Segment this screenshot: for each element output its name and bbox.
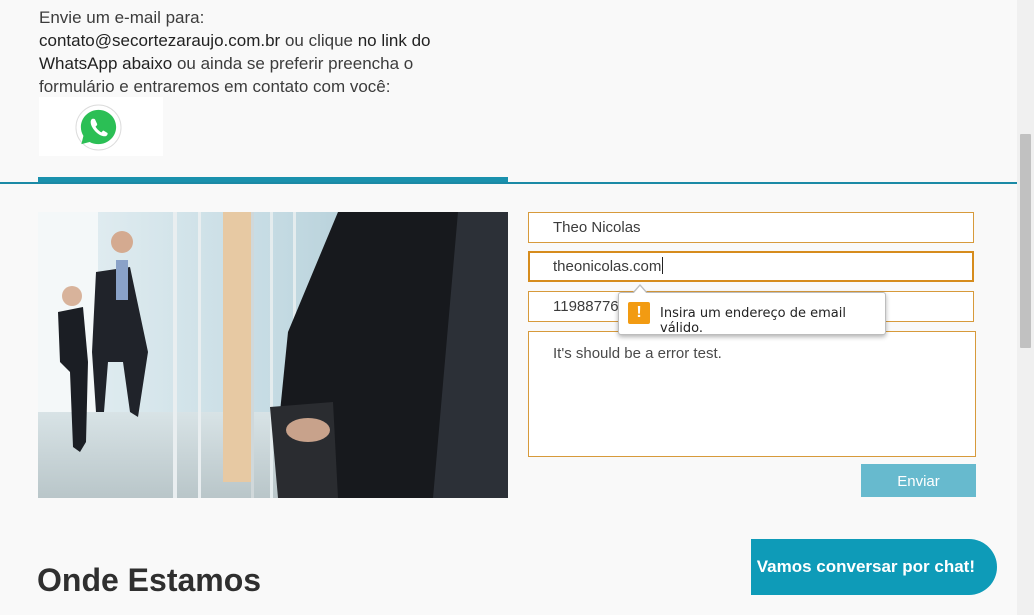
contact-intro: Envie um e-mail para: contato@secortezar… [39,6,479,98]
scrollbar-thumb[interactable] [1020,134,1031,348]
email-field-value: theonicolas.com [553,258,662,275]
tooltip-arrow-inner [633,286,647,294]
intro-line1: Envie um e-mail para: [39,8,205,27]
name-field[interactable]: Theo Nicolas [528,212,974,243]
whatsapp-button[interactable] [39,97,163,156]
validation-message: Insira um endereço de email válido. [660,306,846,336]
page-scrollbar[interactable] [1017,0,1034,615]
contact-email-link[interactable]: contato@secortezaraujo.com.br [39,31,280,50]
send-button[interactable]: Enviar [861,464,976,497]
phone-field-value: 11988776 [553,298,619,315]
message-field-value: It's should be a error test. [553,345,722,362]
section-divider [0,182,1017,184]
text-caret [662,257,664,274]
office-photo [38,212,508,498]
email-field[interactable]: theonicolas.com [528,251,974,282]
section-title: Onde Estamos [37,562,262,598]
whatsapp-icon [75,104,122,151]
warning-icon: ! [628,302,650,324]
name-field-value: Theo Nicolas [553,219,641,236]
chat-button[interactable]: Vamos conversar por chat! [751,539,997,595]
intro-or-click: ou clique [280,31,358,50]
chat-button-label: Vamos conversar por chat! [756,557,975,576]
validation-tooltip: ! Insira um endereço de email válido. [618,284,886,336]
section-divider-accent [38,177,508,182]
message-field[interactable]: It's should be a error test. [528,331,976,457]
